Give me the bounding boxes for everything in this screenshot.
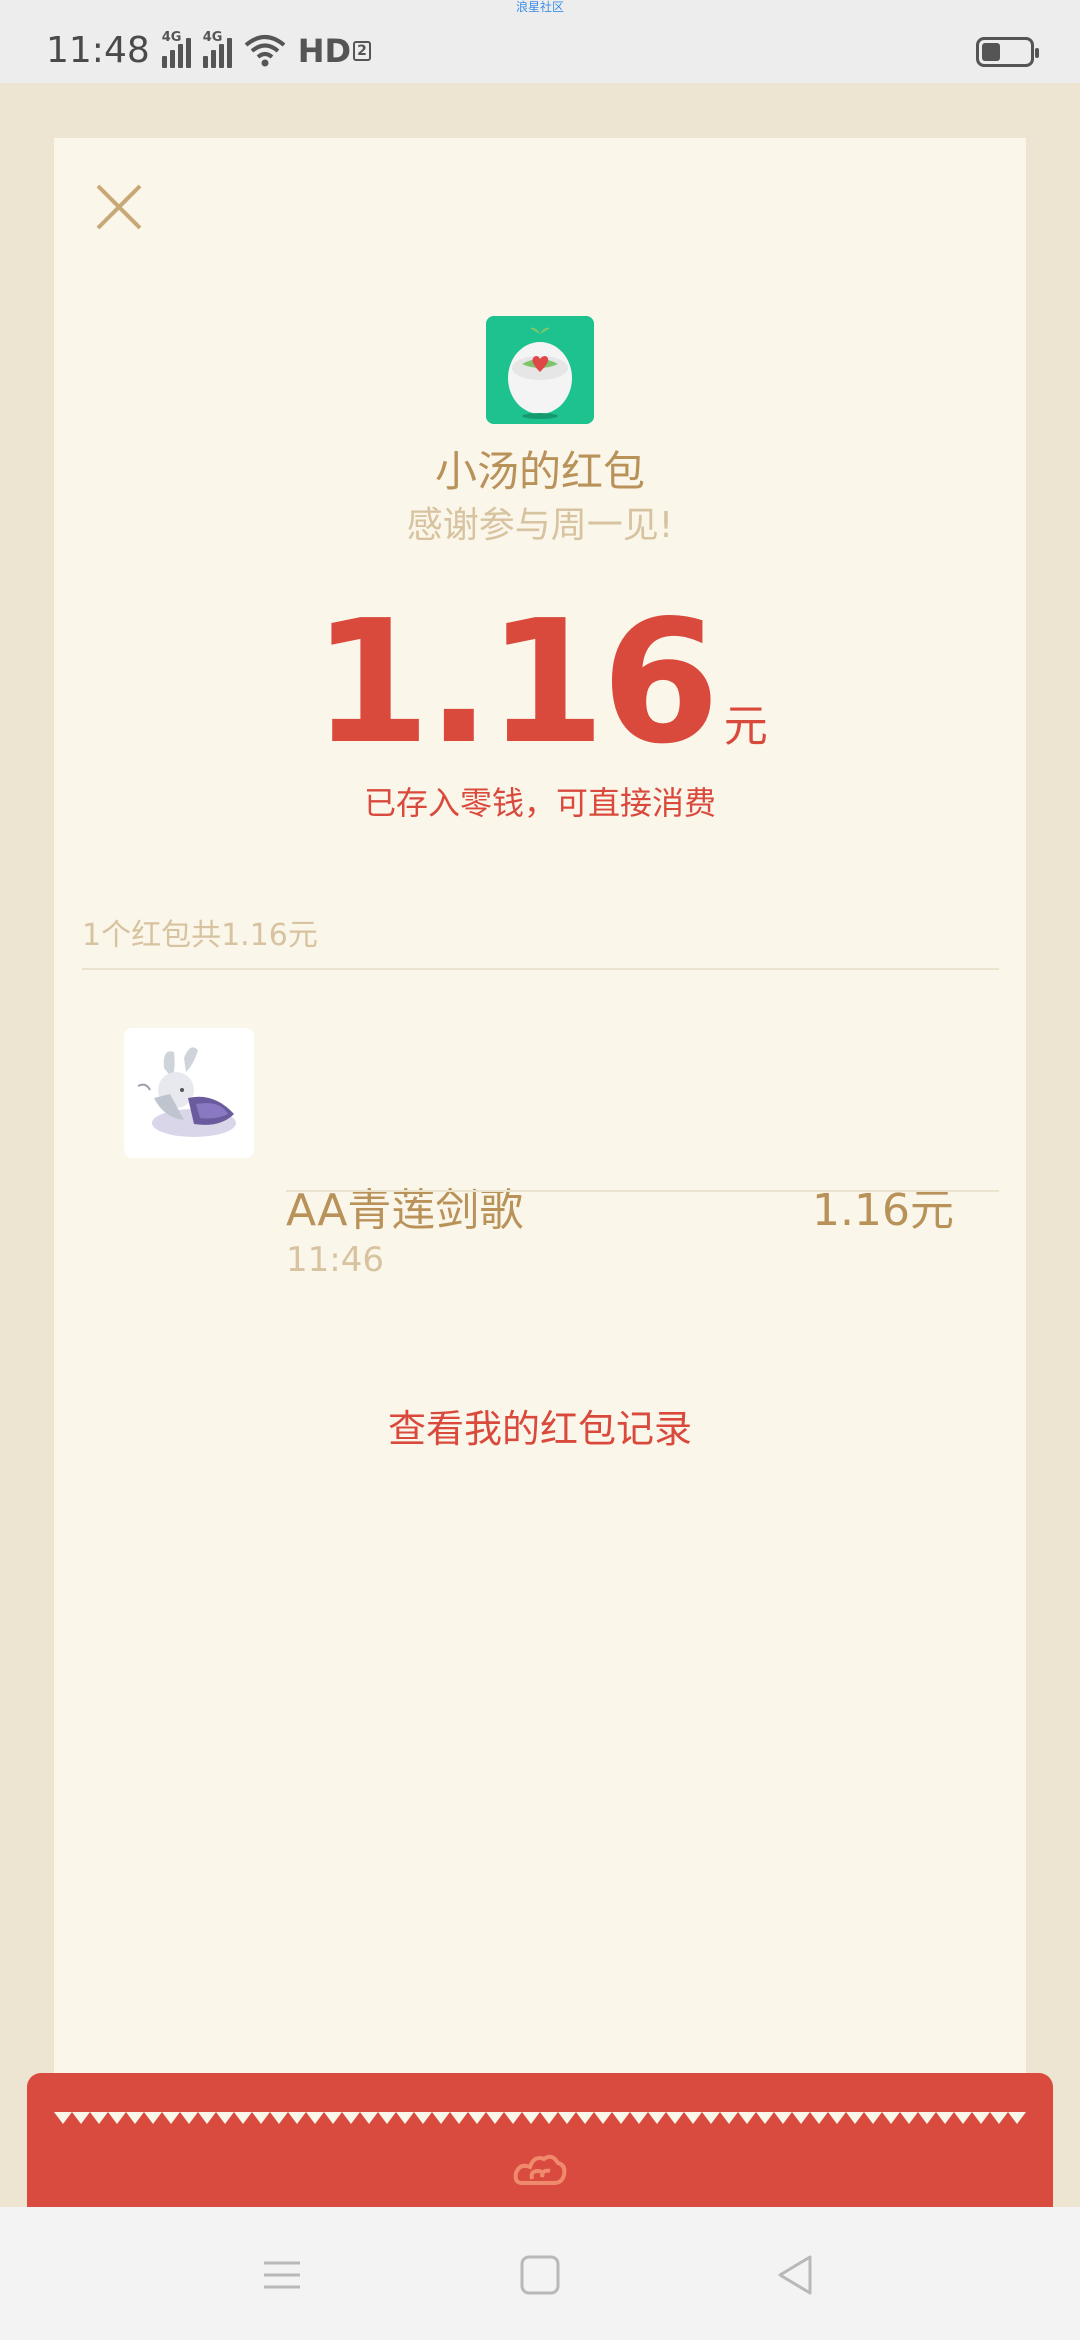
red-packet-detail-card: 小汤的红包 感谢参与周一见! 1.16 元 已存入零钱，可直接消费 1个红包共1.… (54, 138, 1026, 2118)
list-item[interactable]: AA青莲剑歌 11:46 1.16元 (54, 138, 1026, 1280)
blessing-text: 感谢参与周一见! (406, 505, 674, 546)
sender-title: 小汤的红包 (434, 447, 645, 496)
avatar (124, 1028, 254, 1158)
divider (82, 968, 999, 970)
signal-label: 4G (161, 29, 182, 45)
status-bar: 浪星社区 11:48 4G 4G HD 2 (0, 0, 1080, 83)
battery-icon (976, 37, 1039, 67)
lucky-cloud-icon (513, 2154, 567, 2185)
back-triangle-icon[interactable] (772, 2251, 820, 2299)
amount-unit: 元 (723, 701, 768, 752)
packet-summary: 1个红包共1.16元 (82, 918, 318, 953)
record-time: 11:46 (286, 1240, 384, 1280)
hd-sub: 2 (353, 40, 371, 61)
zigzag-edge (54, 2112, 1026, 2124)
divider (286, 1190, 999, 1192)
red-packet-footer (27, 2073, 1053, 2207)
view-records-link[interactable]: 查看我的红包记录 (54, 1398, 1026, 1453)
status-time: 11:48 (46, 30, 150, 71)
wifi-icon (244, 34, 286, 66)
signal-label-2: 4G (202, 29, 223, 45)
amount-display: 1.16 元 (54, 598, 1026, 768)
status-left: 11:48 4G 4G HD 2 (46, 30, 371, 71)
amount-value: 1.16 (312, 584, 719, 782)
record-amount: 1.16元 (812, 1185, 954, 1236)
hd-label: HD (297, 31, 352, 70)
carrier-banner: 浪星社区 (515, 0, 564, 14)
home-square-icon[interactable] (516, 2251, 564, 2299)
menu-icon[interactable] (258, 2251, 306, 2299)
signal-icon: 4G (161, 30, 191, 68)
deposit-note: 已存入零钱，可直接消费 (363, 784, 716, 822)
signal-icon-2: 4G (202, 30, 232, 68)
system-nav-bar (0, 2207, 1080, 2340)
record-name: AA青莲剑歌 (286, 1185, 524, 1236)
